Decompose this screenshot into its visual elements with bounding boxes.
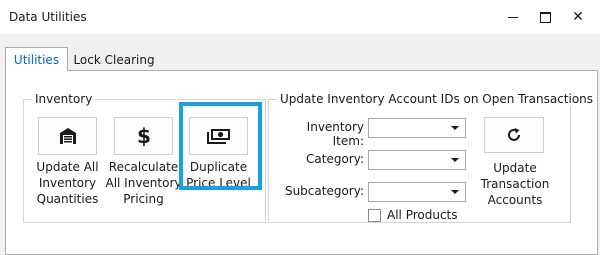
update-all-icon-box[interactable] bbox=[38, 117, 97, 155]
tab-lock-clearing[interactable]: Lock Clearing bbox=[68, 49, 160, 71]
window-title: Data Utilities bbox=[9, 10, 87, 24]
svg-text:$: $ bbox=[137, 125, 151, 147]
update-all-inventory-quantities-button[interactable]: Update All Inventory Quantities bbox=[36, 117, 99, 207]
refresh-icon bbox=[508, 128, 520, 141]
utilities-tab-panel: Inventory Update All Inventory Quantitie… bbox=[5, 70, 598, 255]
recalculate-icon-box[interactable]: $ bbox=[114, 117, 173, 155]
data-utilities-window: Data Utilities ✕ Utilities Lock Clearing… bbox=[0, 0, 600, 255]
dollar-sign-icon: $ bbox=[137, 125, 151, 147]
client-area: Utilities Lock Clearing Inventory Update… bbox=[0, 34, 600, 255]
update-account-ids-groupbox: Update Inventory Account IDs on Open Tra… bbox=[268, 92, 597, 223]
category-label: Category: bbox=[306, 152, 364, 166]
recalculate-label: Recalculate All Inventory Pricing bbox=[105, 160, 182, 206]
warehouse-icon bbox=[59, 128, 76, 144]
close-icon: ✕ bbox=[572, 9, 584, 25]
minimize-icon bbox=[508, 16, 518, 18]
recalculate-all-inventory-pricing-button[interactable]: $ Recalculate All Inventory Pricing bbox=[105, 117, 182, 207]
all-products-label: All Products bbox=[387, 208, 458, 222]
chevron-down-icon bbox=[451, 126, 459, 130]
update-group-legend: Update Inventory Account IDs on Open Tra… bbox=[277, 92, 597, 106]
chevron-down-icon bbox=[451, 190, 459, 194]
inventory-group-legend: Inventory bbox=[32, 92, 96, 106]
update-transaction-accounts-label: Update Transaction Accounts bbox=[480, 161, 550, 207]
update-transaction-accounts-button[interactable] bbox=[484, 117, 544, 153]
maximize-button[interactable] bbox=[528, 0, 562, 34]
tab-utilities[interactable]: Utilities bbox=[5, 47, 68, 71]
update-all-label: Update All Inventory Quantities bbox=[36, 160, 99, 206]
close-button[interactable]: ✕ bbox=[561, 0, 595, 34]
subcategory-label: Subcategory: bbox=[284, 184, 364, 198]
maximize-icon bbox=[539, 11, 551, 23]
subcategory-combo[interactable] bbox=[368, 182, 466, 202]
inventory-item-combo[interactable] bbox=[368, 118, 466, 138]
all-products-checkbox[interactable] bbox=[368, 209, 381, 222]
inventory-groupbox: Inventory Update All Inventory Quantitie… bbox=[23, 92, 266, 223]
chevron-down-icon bbox=[451, 158, 459, 162]
minimize-button[interactable] bbox=[496, 0, 530, 34]
inventory-item-label: Inventory Item: bbox=[306, 120, 364, 148]
title-bar[interactable]: Data Utilities ✕ bbox=[0, 0, 600, 34]
selected-button-highlight bbox=[179, 102, 262, 190]
category-combo[interactable] bbox=[368, 150, 466, 170]
